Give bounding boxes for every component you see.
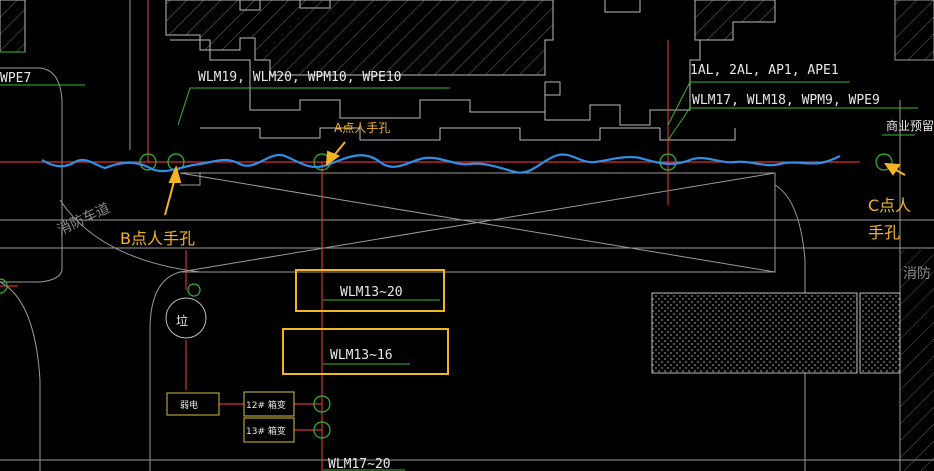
label-commercial-reserve: 商业预留 (886, 118, 934, 133)
leader-lines (0, 51, 918, 471)
garbage-label: 垃 (176, 313, 188, 328)
label-wlm13-20: WLM13~20 (340, 285, 403, 300)
label-transformer-small: 弱电 (180, 399, 198, 411)
hatched-pad (651, 250, 934, 471)
label-transformer-12: 12# 箱变 (246, 399, 286, 411)
garbage-symbol: 垃 (165, 297, 207, 339)
label-transformer-13: 13# 箱变 (246, 425, 286, 437)
label-cable-group-left: WLM19, WLM20, WPM10, WPE10 (198, 70, 402, 85)
annotation-point-c-line2: 手孔 (868, 223, 900, 242)
label-wpe7: WPE7 (0, 71, 31, 86)
label-wlm17-20: WLM17~20 (328, 457, 391, 471)
cad-drawing: 垃 WPE7 WLM19, WLM20, WPM10, WPE10 1AL, 2… (0, 0, 934, 471)
cad-drawing-canvas: 垃 WPE7 WLM19, WLM20, WPM10, WPE10 1AL, 2… (0, 0, 934, 471)
annotation-arrows (164, 141, 906, 216)
blue-wave-line (41, 153, 841, 174)
label-wlm13-16: WLM13~16 (330, 348, 393, 363)
annotation-point-c-line1: C点人 (868, 196, 911, 215)
label-cable-group-right-2: WLM17, WLM18, WPM9, WPE9 (692, 93, 880, 108)
label-cable-group-right-1: 1AL, 2AL, AP1, APE1 (690, 63, 839, 78)
annotation-point-a: A点人手孔 (334, 121, 390, 135)
label-fire-road-right: 消防 (903, 266, 931, 282)
annotation-point-b: B点人手孔 (120, 229, 195, 248)
